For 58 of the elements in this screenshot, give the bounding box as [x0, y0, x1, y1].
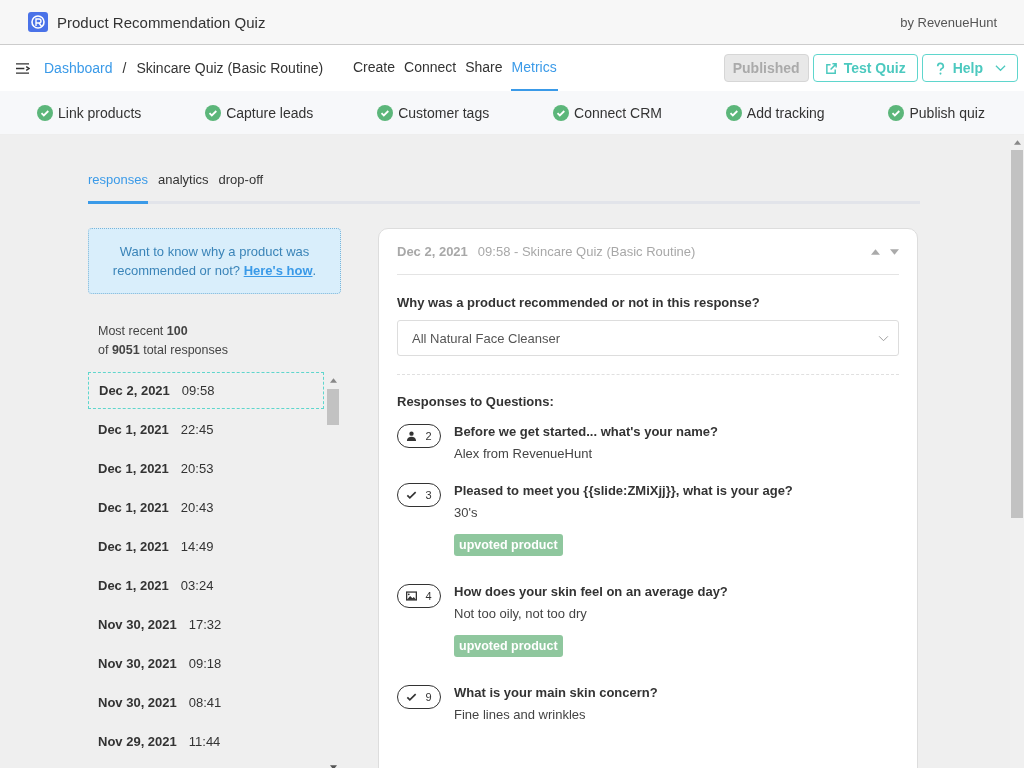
checklist-item[interactable]: Publish quiz [909, 104, 985, 121]
response-item[interactable]: Dec 1, 2021 03:24 [88, 567, 324, 604]
response-item[interactable]: Dec 1, 2021 20:43 [88, 489, 324, 526]
image-icon [406, 591, 418, 601]
scrollbar-thumb[interactable] [327, 389, 339, 425]
checklist-item[interactable]: Customer tags [398, 104, 490, 121]
previous-icon[interactable] [871, 248, 880, 255]
response-item[interactable]: Dec 1, 2021 20:53 [88, 450, 324, 487]
question-text: What is your main skin concern? [454, 685, 658, 701]
response-item[interactable]: Nov 30, 2021 17:32 [88, 606, 324, 643]
response-item[interactable]: Nov 30, 2021 09:18 [88, 645, 324, 682]
breadcrumb-separator: / [122, 60, 127, 76]
breadcrumb-current: Skincare Quiz (Basic Routine) [136, 60, 324, 76]
info-text: Want to know why a product was recommended or not? Here's how. [112, 244, 317, 278]
upvoted-tag: upvoted product [454, 635, 563, 657]
checklist-item[interactable]: Link products [58, 104, 142, 121]
question-heading: Why was a product recommended or not in this response? [397, 295, 761, 310]
menu-icon[interactable] [15, 61, 30, 75]
response-item[interactable]: Nov 30, 2021 08:41 [88, 684, 324, 721]
response-item[interactable]: Dec 1, 2021 22:45 [88, 411, 324, 448]
external-link-icon [824, 61, 838, 75]
person-icon [406, 431, 418, 441]
section-heading: Responses to Questions: [397, 394, 555, 409]
question-text: How does your skin feel on an average day? [454, 584, 728, 600]
scroll-up-icon[interactable] [329, 378, 337, 383]
answer-text: Not too oily, not too dry [454, 606, 587, 621]
scrollbar-thumb[interactable] [1011, 150, 1023, 518]
checklist-item[interactable]: Capture leads [226, 104, 314, 121]
answer-text: 30's [454, 505, 478, 520]
summary-text: Most recent 100 [98, 323, 189, 340]
response-item[interactable]: Nov 29, 2021 11:44 [88, 723, 324, 760]
upvoted-tag: upvoted product [454, 534, 563, 556]
section-tab[interactable]: drop-off [218, 169, 264, 204]
response-item[interactable]: Dec 1, 2021 14:49 [88, 528, 324, 565]
logo-icon [28, 12, 48, 32]
next-icon[interactable] [890, 248, 899, 255]
scroll-up-icon[interactable] [1013, 140, 1021, 145]
response-item[interactable]: Dec 2, 2021 09:58 [88, 372, 324, 409]
chevron-down-icon [878, 334, 889, 342]
question-text: Before we get started... what's your name? [454, 424, 718, 440]
checklist-item[interactable]: Add tracking [746, 104, 825, 121]
answer-text: Fine lines and wrinkles [454, 707, 586, 722]
nav-tab[interactable]: Create [352, 45, 397, 91]
response-date: Dec 2, 2021 [397, 244, 468, 259]
nav-tab[interactable]: Share [464, 45, 504, 91]
summary-text: of 9051 total responses [98, 342, 229, 359]
app-title: Product Recommendation Quiz [57, 13, 266, 31]
product-select[interactable]: All Natural Face Cleanser [397, 320, 899, 356]
check-icon [406, 490, 418, 500]
answer-text: Alex from RevenueHunt [454, 446, 592, 461]
section-tab[interactable]: analytics [158, 169, 209, 204]
caret-icon [995, 64, 1006, 72]
checklist-item[interactable]: Connect CRM [574, 104, 662, 121]
check-icon [406, 692, 418, 702]
question-text: Pleased to meet you {{slide:ZMiXjj}}, what is your age? [454, 483, 793, 499]
nav-tab[interactable]: Connect [403, 45, 458, 91]
response-subtitle: 09:58 - Skincare Quiz (Basic Routine) [477, 244, 697, 259]
vendor-label: by RevenueHunt [900, 14, 997, 30]
